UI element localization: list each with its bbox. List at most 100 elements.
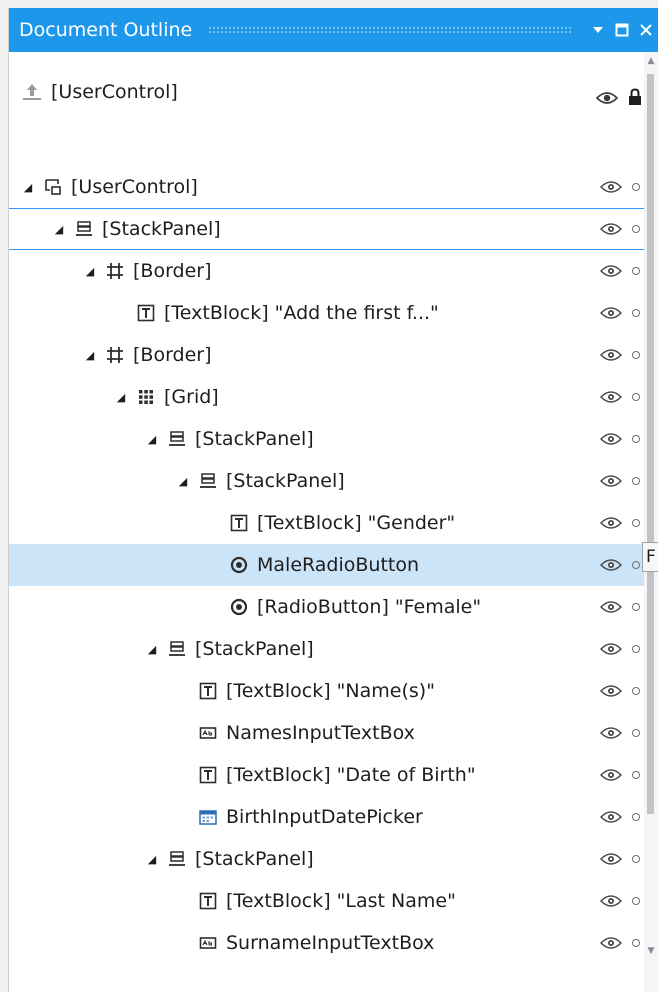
tree-row[interactable]: ◢ [StackPanel]	[9, 628, 644, 670]
tree-row-label: [TextBlock] "Date of Birth"	[226, 764, 476, 786]
unlocked-dot-icon[interactable]	[632, 351, 640, 359]
tooltip: F	[642, 542, 658, 572]
expander-triangle-icon[interactable]: ◢	[83, 265, 97, 278]
scroll-down-icon[interactable]: ▼	[646, 946, 656, 956]
expander-triangle-icon[interactable]: ◢	[176, 475, 190, 488]
eye-icon[interactable]	[600, 516, 622, 530]
unlocked-dot-icon[interactable]	[632, 687, 640, 695]
row-tools	[600, 418, 640, 460]
row-tools	[600, 209, 640, 249]
outline-tree-area: [UserControl] ◢ [UserControl] ◢ [StackPanel…	[9, 52, 644, 992]
scroll-up-icon[interactable]: ▲	[646, 56, 656, 66]
tree-row[interactable]: BirthInputDatePicker	[9, 796, 644, 838]
textblock-icon	[229, 513, 249, 533]
tree-row[interactable]: [TextBlock] "Date of Birth"	[9, 754, 644, 796]
eye-icon[interactable]	[600, 432, 622, 446]
scrollbar-thumb[interactable]	[647, 74, 654, 814]
unlocked-dot-icon[interactable]	[632, 855, 640, 863]
expander-triangle-icon[interactable]: ◢	[52, 223, 66, 236]
border-icon	[105, 345, 125, 365]
tree-row-label: SurnameInputTextBox	[226, 932, 435, 954]
eye-icon[interactable]	[600, 642, 622, 656]
unlocked-dot-icon[interactable]	[632, 939, 640, 947]
unlocked-dot-icon[interactable]	[632, 225, 640, 233]
close-icon[interactable]	[634, 8, 658, 52]
unlocked-dot-icon[interactable]	[632, 393, 640, 401]
tree-row[interactable]: ◢ [Border]	[9, 334, 644, 376]
row-tools	[600, 880, 640, 922]
scope-root-item[interactable]: [UserControl]	[9, 70, 178, 114]
tree-row[interactable]: [TextBlock] "Gender"	[9, 502, 644, 544]
panel-titlebar[interactable]: Document Outline	[9, 8, 658, 52]
tree-row[interactable]: MaleRadioButton	[9, 544, 644, 586]
row-tools	[600, 292, 640, 334]
stackpanel-icon	[74, 219, 94, 239]
tree-row[interactable]: [TextBlock] "Name(s)"	[9, 670, 644, 712]
tree-row[interactable]: ◢ [StackPanel]	[9, 460, 644, 502]
lock-icon[interactable]	[628, 88, 642, 110]
document-outline-panel: Document Outline [UserControl] ◢ [UserCon…	[8, 8, 658, 992]
tree-row[interactable]: [TextBlock] "Add the first f..."	[9, 292, 644, 334]
textbox-icon	[198, 933, 218, 953]
unlocked-dot-icon[interactable]	[632, 897, 640, 905]
unlocked-dot-icon[interactable]	[632, 477, 640, 485]
tree-row[interactable]: ◢ [StackPanel]	[9, 418, 644, 460]
row-tools	[600, 712, 640, 754]
eye-icon[interactable]	[600, 474, 622, 488]
titlebar-grip[interactable]	[208, 25, 572, 35]
unlocked-dot-icon[interactable]	[632, 519, 640, 527]
eye-icon[interactable]	[600, 180, 622, 194]
scope-up-icon[interactable]	[21, 82, 43, 102]
tree-row[interactable]: ◢ [StackPanel]	[9, 208, 644, 250]
tree-row-label: [StackPanel]	[195, 848, 314, 870]
unlocked-dot-icon[interactable]	[632, 561, 640, 569]
unlocked-dot-icon[interactable]	[632, 813, 640, 821]
unlocked-dot-icon[interactable]	[632, 183, 640, 191]
tree-row[interactable]: ◢ [StackPanel]	[9, 838, 644, 880]
tree-row[interactable]: ◢ [Grid]	[9, 376, 644, 418]
eye-icon[interactable]	[600, 768, 622, 782]
unlocked-dot-icon[interactable]	[632, 603, 640, 611]
row-tools	[600, 586, 640, 628]
tree-row[interactable]: SurnameInputTextBox	[9, 922, 644, 964]
tree-row[interactable]: NamesInputTextBox	[9, 712, 644, 754]
unlocked-dot-icon[interactable]	[632, 435, 640, 443]
eye-icon[interactable]	[600, 810, 622, 824]
expander-triangle-icon[interactable]: ◢	[83, 349, 97, 362]
eye-icon[interactable]	[600, 390, 622, 404]
unlocked-dot-icon[interactable]	[632, 309, 640, 317]
eye-icon[interactable]	[600, 852, 622, 866]
eye-icon[interactable]	[595, 90, 619, 109]
unlocked-dot-icon[interactable]	[632, 267, 640, 275]
tree-row[interactable]: ◢ [UserControl]	[9, 166, 644, 208]
vertical-scrollbar[interactable]: ▲ ▼	[644, 52, 658, 992]
unlocked-dot-icon[interactable]	[632, 771, 640, 779]
tree-row[interactable]: [RadioButton] "Female"	[9, 586, 644, 628]
tree-row[interactable]: ◢ [Border]	[9, 250, 644, 292]
expander-triangle-icon[interactable]: ◢	[145, 853, 159, 866]
eye-icon[interactable]	[600, 600, 622, 614]
eye-icon[interactable]	[600, 306, 622, 320]
eye-icon[interactable]	[600, 264, 622, 278]
expander-triangle-icon[interactable]: ◢	[114, 391, 128, 404]
unlocked-dot-icon[interactable]	[632, 729, 640, 737]
tree-row[interactable]: [TextBlock] "Last Name"	[9, 880, 644, 922]
tree-row-label: [Grid]	[164, 386, 219, 408]
eye-icon[interactable]	[600, 684, 622, 698]
eye-icon[interactable]	[600, 936, 622, 950]
eye-icon[interactable]	[600, 894, 622, 908]
expander-triangle-icon[interactable]: ◢	[21, 181, 35, 194]
eye-icon[interactable]	[600, 222, 622, 236]
expander-triangle-icon[interactable]: ◢	[145, 643, 159, 656]
eye-icon[interactable]	[600, 348, 622, 362]
eye-icon[interactable]	[600, 726, 622, 740]
tree-row-label: [RadioButton] "Female"	[257, 596, 482, 618]
row-tools	[600, 376, 640, 418]
row-tools	[600, 334, 640, 376]
expander-triangle-icon[interactable]: ◢	[145, 433, 159, 446]
unlocked-dot-icon[interactable]	[632, 645, 640, 653]
dropdown-arrow-icon[interactable]	[586, 8, 610, 52]
eye-icon[interactable]	[600, 558, 622, 572]
maximize-icon[interactable]	[610, 8, 634, 52]
panel-title: Document Outline	[19, 19, 193, 41]
